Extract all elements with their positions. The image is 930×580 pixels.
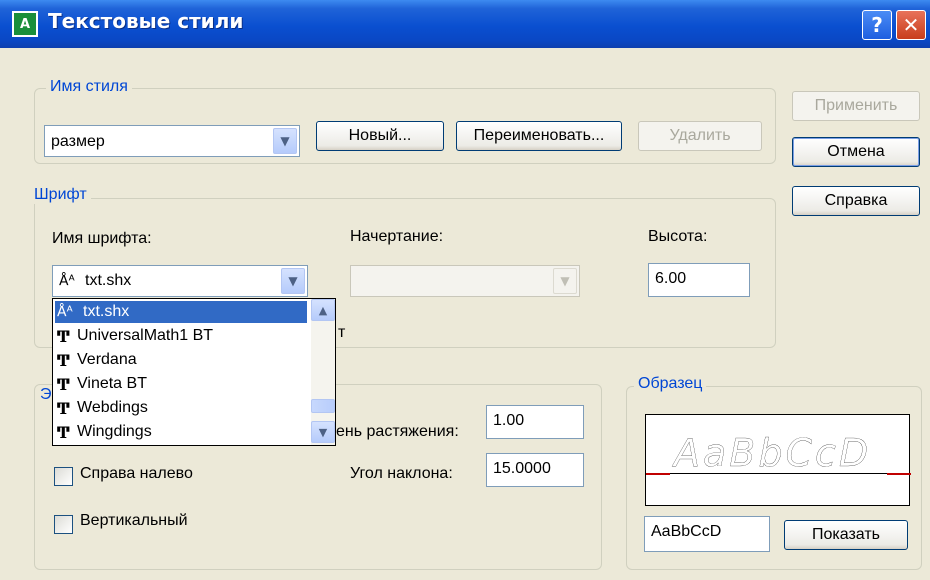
help-title-button[interactable]: ? (862, 10, 892, 40)
dropdown-item-webdings[interactable]: Ͳ Webdings (55, 397, 307, 419)
close-button[interactable]: ✕ (896, 10, 926, 40)
rename-style-button[interactable]: Переименовать... (456, 121, 622, 151)
preview-sample-text: AaBbCcD (674, 431, 872, 475)
preview-text-input[interactable]: AaBbCcD (644, 516, 770, 552)
chevron-down-icon[interactable]: ▼ (273, 128, 297, 154)
dropdown-item-wingdings[interactable]: Ͳ Wingdings (55, 421, 307, 443)
right-to-left-checkbox[interactable] (54, 467, 73, 486)
height-input[interactable]: 6.00 (648, 263, 750, 297)
dropdown-item-label: UniversalMath1 BT (77, 327, 214, 344)
preview-legend: Образец (634, 375, 707, 393)
help-button[interactable]: Справка (792, 186, 920, 216)
vertical-label: Вертикальный (80, 512, 188, 529)
chevron-down-icon[interactable]: ▼ (281, 268, 305, 294)
window-title: Текстовые стили (48, 9, 244, 33)
width-factor-label: ень растяжения: (336, 423, 459, 440)
scroll-up-icon[interactable]: ▲ (311, 299, 335, 321)
bigfont-label-partial: т (338, 324, 346, 341)
truetype-font-icon: Ͳ (57, 398, 70, 418)
autocad-app-icon: A (12, 11, 38, 37)
truetype-font-icon: Ͳ (57, 422, 70, 442)
truetype-font-icon: Ͳ (57, 326, 70, 346)
preview-pane: AaBbCcD (645, 414, 911, 506)
truetype-font-icon: Ͳ (57, 374, 70, 394)
font-name-label: Имя шрифта: (52, 230, 152, 247)
shx-font-icon: Åᴬ (57, 304, 73, 320)
dropdown-item-label: txt.shx (83, 303, 130, 320)
vertical-checkbox[interactable] (54, 515, 73, 534)
scroll-thumb[interactable] (311, 399, 335, 413)
font-name-display: Åᴬ txt.shx (59, 272, 131, 290)
show-preview-button[interactable]: Показать (784, 520, 908, 550)
delete-style-button[interactable]: Удалить (638, 121, 762, 151)
preview-baseline-right (887, 473, 911, 475)
style-name-value: размер (51, 133, 105, 150)
apply-button[interactable]: Применить (792, 91, 920, 121)
dropdown-item-label: Vineta BT (77, 375, 147, 392)
scroll-down-icon[interactable]: ▼ (311, 421, 335, 443)
style-name-combo[interactable]: размер ▼ (44, 125, 300, 157)
dropdown-item-label: Wingdings (77, 423, 152, 440)
oblique-angle-input[interactable]: 15.0000 (486, 453, 584, 487)
font-name-dropdown-list[interactable]: Åᴬ txt.shx Ͳ UniversalMath1 BT Ͳ Verdana… (52, 298, 336, 446)
width-factor-input[interactable]: 1.00 (486, 405, 584, 439)
dropdown-item-label: Webdings (77, 399, 148, 416)
style-name-legend: Имя стиля (46, 78, 132, 96)
oblique-angle-label: Угол наклона: (350, 465, 453, 482)
text-styles-dialog: A Текстовые стили ? ✕ Имя стиля размер ▼… (0, 0, 930, 580)
font-style-combo[interactable]: ▼ (350, 265, 580, 297)
dropdown-item-label: Verdana (77, 351, 137, 368)
preview-baseline-left (646, 473, 670, 475)
truetype-font-icon: Ͳ (57, 350, 70, 370)
chevron-down-icon: ▼ (553, 268, 577, 294)
font-name-combo[interactable]: Åᴬ txt.shx ▼ (52, 265, 308, 297)
dropdown-item-verdana[interactable]: Ͳ Verdana (55, 349, 307, 371)
dropdown-item-txt-shx[interactable]: Åᴬ txt.shx (55, 301, 307, 323)
dropdown-item-vineta-bt[interactable]: Ͳ Vineta BT (55, 373, 307, 395)
dropdown-item-universalmath1-bt[interactable]: Ͳ UniversalMath1 BT (55, 325, 307, 347)
right-to-left-label: Справа налево (80, 465, 193, 482)
cancel-button[interactable]: Отмена (792, 137, 920, 167)
shx-font-icon: Åᴬ (59, 273, 75, 289)
new-style-button[interactable]: Новый... (316, 121, 444, 151)
font-name-value: txt.shx (85, 272, 132, 289)
height-label: Высота: (648, 228, 708, 245)
font-legend: Шрифт (30, 186, 91, 204)
dropdown-scrollbar[interactable]: ▲ ▼ (311, 299, 335, 445)
font-style-label: Начертание: (350, 228, 444, 245)
title-bar[interactable]: A Текстовые стили ? ✕ (0, 0, 930, 48)
